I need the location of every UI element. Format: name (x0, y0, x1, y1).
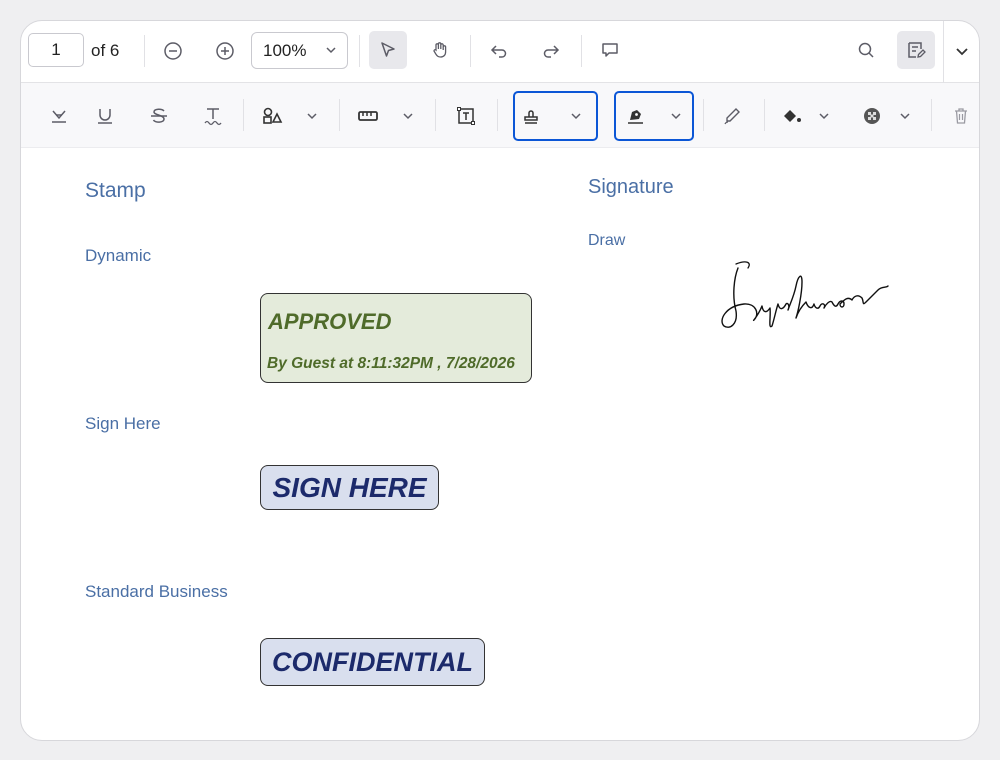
divider (243, 99, 244, 131)
signature-icon[interactable] (625, 102, 683, 130)
page-number-value: 1 (51, 40, 61, 59)
free-text-icon[interactable] (452, 102, 480, 130)
shapes-icon[interactable] (261, 102, 319, 130)
chevron-down-icon (671, 113, 681, 120)
zoom-out-icon[interactable] (160, 38, 186, 64)
divider (943, 21, 944, 83)
more-chevron-icon[interactable] (949, 38, 975, 64)
ink-icon[interactable] (718, 102, 746, 130)
divider (359, 35, 360, 67)
chevron-down-icon (571, 113, 581, 120)
zoom-value: 100% (263, 40, 307, 60)
opacity-icon[interactable] (862, 102, 912, 130)
sign-here-label: Sign Here (85, 414, 161, 433)
approved-stamp[interactable]: APPROVED By Guest at 8:11:32PM , 7/28/20… (260, 293, 532, 383)
chevron-down-icon (819, 113, 829, 120)
annotation-edit-icon[interactable] (897, 31, 935, 69)
pan-hand-icon[interactable] (426, 36, 454, 64)
confidential-stamp[interactable]: CONFIDENTIAL (260, 638, 485, 686)
draw-label: Draw (588, 232, 626, 249)
comment-icon[interactable] (596, 36, 624, 64)
standard-business-label: Standard Business (85, 582, 228, 601)
divider (470, 35, 471, 67)
stamp-icon[interactable] (521, 102, 583, 130)
divider (435, 99, 436, 131)
redo-icon[interactable] (537, 36, 565, 64)
signature-section-title: Signature (588, 176, 674, 198)
delete-icon[interactable] (947, 102, 975, 130)
strikethrough-icon[interactable] (145, 102, 173, 130)
search-icon[interactable] (852, 36, 880, 64)
dynamic-label: Dynamic (85, 246, 152, 265)
sign-here-stamp[interactable]: SIGN HERE (260, 465, 439, 510)
approved-stamp-title: APPROVED (268, 309, 392, 334)
undo-icon[interactable] (485, 36, 513, 64)
annotation-toolbar (21, 83, 979, 148)
main-toolbar: 1 of 6 100% (21, 21, 979, 83)
divider (497, 99, 498, 131)
stamp-section-title: Stamp (85, 179, 146, 202)
fill-color-icon[interactable] (781, 102, 831, 130)
underline-icon[interactable] (91, 102, 119, 130)
highlight-icon[interactable] (45, 102, 73, 130)
pdf-viewer: 1 of 6 100% Stamp Dynamic APPROVED By Gu… (20, 20, 980, 741)
chevron-down-icon (403, 113, 413, 120)
squiggly-icon[interactable] (199, 102, 227, 130)
select-cursor-icon[interactable] (369, 31, 407, 69)
divider (931, 99, 932, 131)
divider (703, 99, 704, 131)
handwritten-signature[interactable] (716, 256, 891, 336)
measure-icon[interactable] (357, 102, 415, 130)
zoom-dropdown[interactable]: 100% (251, 32, 348, 69)
divider (581, 35, 582, 67)
page-count: of 6 (91, 41, 120, 60)
approved-stamp-detail: By Guest at 8:11:32PM , 7/28/2026 (267, 355, 515, 372)
divider (764, 99, 765, 131)
chevron-down-icon (900, 113, 910, 120)
divider (144, 35, 145, 67)
page-number-input[interactable]: 1 (28, 33, 84, 67)
chevron-down-icon (307, 113, 317, 120)
zoom-in-icon[interactable] (212, 38, 238, 64)
divider (339, 99, 340, 131)
chevron-down-icon (326, 47, 336, 54)
